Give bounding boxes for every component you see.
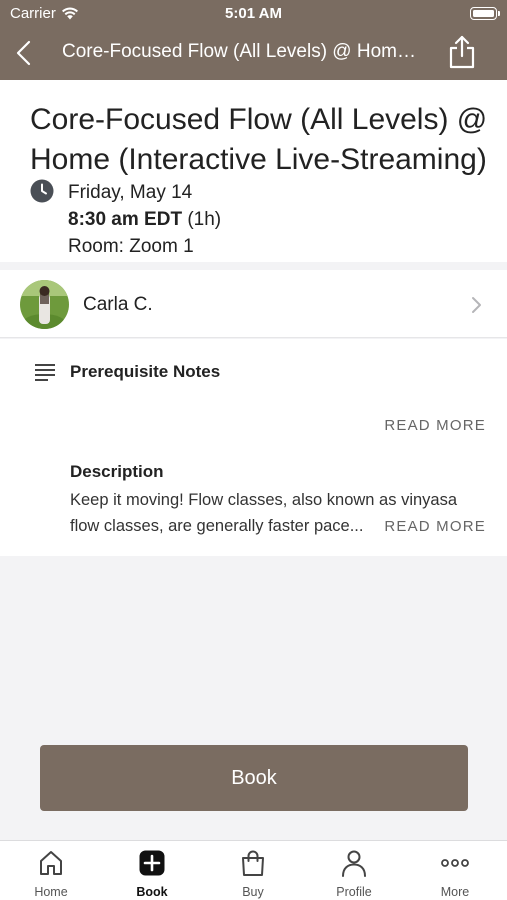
battery-icon	[470, 7, 500, 20]
tab-home-label: Home	[34, 885, 68, 899]
class-room: Room: Zoom 1	[68, 236, 194, 257]
description-text-line-1: Keep it moving! Flow classes, also known…	[70, 491, 458, 509]
person-icon	[342, 850, 366, 877]
class-date: Friday, May 14	[68, 182, 193, 203]
status-time: 5:01 AM	[225, 5, 282, 22]
tab-home[interactable]: Home	[1, 841, 101, 900]
home-icon	[40, 851, 62, 875]
tab-bar: Home Book Buy Profile More	[0, 840, 507, 900]
status-bar: Carrier 5:01 AM	[0, 0, 507, 28]
tab-more-label: More	[440, 885, 470, 899]
class-header-card: Core-Focused Flow (All Levels) @ Home (I…	[0, 80, 507, 262]
book-button[interactable]: Book	[40, 745, 468, 811]
tab-profile[interactable]: Profile	[304, 841, 404, 900]
clock-icon	[30, 179, 54, 203]
prerequisite-read-more-link[interactable]: READ MORE	[384, 417, 486, 434]
instructor-name: Carla C.	[83, 294, 153, 315]
tab-book-label: Book	[136, 885, 168, 899]
shopping-bag-icon	[242, 850, 264, 876]
tab-profile-label: Profile	[336, 885, 372, 899]
description-title: Description	[70, 462, 164, 481]
notes-section: Prerequisite Notes READ MORE Description…	[0, 339, 507, 556]
class-duration: (1h)	[187, 209, 222, 230]
tab-buy-label: Buy	[242, 885, 264, 899]
nav-title: Core-Focused Flow (All Levels) @ Home (I…	[62, 41, 422, 62]
share-icon[interactable]	[446, 34, 478, 70]
top-bar: Carrier 5:01 AM Core-Focused Flow (All L…	[0, 0, 507, 80]
book-plus-icon	[139, 850, 165, 876]
instructor-avatar	[20, 280, 69, 329]
description-text-line-2: flow classes, are generally faster pace.…	[70, 517, 364, 535]
tab-buy[interactable]: Buy	[203, 841, 303, 900]
tab-more[interactable]: More	[405, 841, 505, 900]
more-dots-icon	[441, 859, 469, 867]
chevron-right-icon	[472, 297, 481, 313]
notes-lines-icon	[35, 364, 55, 381]
navigation-bar: Core-Focused Flow (All Levels) @ Home (I…	[0, 28, 507, 80]
class-time-line: 8:30 am EDT (1h)	[68, 209, 221, 231]
instructor-row[interactable]: Carla C.	[0, 270, 507, 338]
description-read-more-link[interactable]: READ MORE	[384, 518, 486, 535]
prerequisite-notes-title: Prerequisite Notes	[70, 362, 221, 381]
back-chevron-icon[interactable]	[12, 38, 38, 68]
tab-book[interactable]: Book	[102, 841, 202, 900]
class-title: Core-Focused Flow (All Levels) @ Home (I…	[30, 103, 488, 176]
class-time: 8:30 am EDT	[68, 209, 183, 230]
